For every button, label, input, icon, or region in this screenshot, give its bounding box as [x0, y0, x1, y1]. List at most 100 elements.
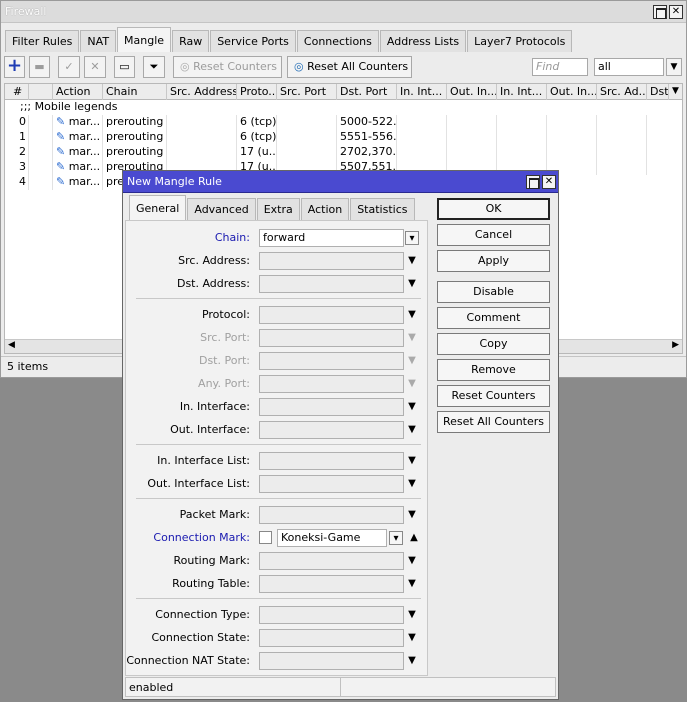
connection-mark-collapse-icon[interactable]: ▲	[407, 531, 421, 545]
close-button[interactable]	[669, 5, 683, 19]
in-interface-input[interactable]	[259, 398, 404, 416]
chain-input[interactable]: forward	[259, 229, 404, 247]
connection-mark-input[interactable]: Koneksi-Game	[277, 529, 387, 547]
connection-mark-negate-checkbox[interactable]	[259, 531, 272, 544]
filter-select[interactable]: all	[594, 58, 664, 76]
column-header[interactable]: Proto...	[237, 84, 277, 100]
column-header[interactable]: Out. In...	[447, 84, 497, 100]
tab-nat[interactable]: NAT	[80, 30, 117, 52]
out-interface-list-input[interactable]	[259, 475, 404, 493]
copy-button[interactable]: Copy	[437, 333, 550, 355]
disable-button[interactable]: ✕	[84, 56, 106, 78]
reset-all-counters-button[interactable]: ◎ Reset All Counters	[287, 56, 412, 78]
column-header[interactable]: #	[5, 84, 29, 100]
separator	[136, 444, 421, 445]
routing-table-input[interactable]	[259, 575, 404, 593]
tab-raw[interactable]: Raw	[172, 30, 210, 52]
dst-address-dropdown-icon[interactable]: ▼	[405, 277, 419, 291]
maximize-button[interactable]	[653, 5, 667, 19]
dialog-close-button[interactable]	[542, 175, 556, 189]
tab-connections[interactable]: Connections	[296, 30, 379, 52]
comment-button[interactable]: ▭	[114, 56, 135, 78]
add-button[interactable]: +	[4, 56, 25, 78]
disable-button[interactable]: Disable	[437, 281, 550, 303]
dialog-maximize-button[interactable]	[526, 175, 540, 189]
connection-mark-dropdown-icon[interactable]: ▾	[389, 531, 403, 545]
column-header[interactable]: Src. Port	[277, 84, 337, 100]
in-interface-list-dropdown-icon[interactable]: ▼	[405, 454, 419, 468]
column-header[interactable]: Src. Ad...	[597, 84, 647, 100]
routing-mark-dropdown-icon[interactable]: ▼	[405, 554, 419, 568]
in-interface-list-input[interactable]	[259, 452, 404, 470]
table-row[interactable]: 1 ✎ mar... prerouting 6 (tcp) 5551-556..…	[5, 130, 682, 145]
firewall-titlebar[interactable]: Firewall	[1, 1, 686, 23]
remove-button[interactable]: Remove	[437, 359, 550, 381]
any-port-input[interactable]	[259, 375, 404, 393]
reset-counters-button[interactable]: Reset Counters	[437, 385, 550, 407]
connection-state-dropdown-icon[interactable]: ▼	[405, 631, 419, 645]
dst-address-input[interactable]	[259, 275, 404, 293]
column-header[interactable]: In. Int...	[397, 84, 447, 100]
dialog-titlebar[interactable]: New Mangle Rule	[123, 171, 558, 193]
ok-button[interactable]: OK	[437, 198, 550, 220]
column-header[interactable]: Src. Address	[167, 84, 237, 100]
enable-button[interactable]: ✓	[58, 56, 80, 78]
any-port-dropdown-icon[interactable]: ▼	[405, 377, 419, 391]
column-header[interactable]: Chain	[103, 84, 167, 100]
src-port-input[interactable]	[259, 329, 404, 347]
connection-type-dropdown-icon[interactable]: ▼	[405, 608, 419, 622]
routing-table-dropdown-icon[interactable]: ▼	[405, 577, 419, 591]
table-row[interactable]: 2 ✎ mar... prerouting 17 (u... 2702,370.…	[5, 145, 682, 160]
scroll-right-icon[interactable]: ▶	[672, 340, 679, 350]
tab-action[interactable]: Action	[300, 198, 350, 220]
column-header[interactable]	[29, 84, 53, 100]
tab-address-lists[interactable]: Address Lists	[379, 30, 467, 52]
dst-port-dropdown-icon[interactable]: ▼	[405, 354, 419, 368]
filter-button[interactable]: ⏷	[143, 56, 165, 78]
scroll-left-icon[interactable]: ◀	[8, 340, 15, 350]
comment-button[interactable]: Comment	[437, 307, 550, 329]
protocol-input[interactable]	[259, 306, 404, 324]
out-interface-list-dropdown-icon[interactable]: ▼	[405, 477, 419, 491]
tab-general[interactable]: General	[129, 195, 187, 220]
reset-counters-button[interactable]: ◎ Reset Counters	[173, 56, 282, 78]
packet-mark-input[interactable]	[259, 506, 404, 524]
column-header[interactable]: Out. In...	[547, 84, 597, 100]
tab-service-ports[interactable]: Service Ports	[210, 30, 296, 52]
connection-nat-state-input[interactable]	[259, 652, 404, 670]
tab-statistics[interactable]: Statistics	[350, 198, 415, 220]
connection-state-input[interactable]	[259, 629, 404, 647]
filter-dropdown-button[interactable]: ▼	[666, 58, 682, 76]
dst-port-input[interactable]	[259, 352, 404, 370]
tab-mangle[interactable]: Mangle	[117, 27, 172, 52]
src-address-input[interactable]	[259, 252, 404, 270]
connection-nat-state-dropdown-icon[interactable]: ▼	[405, 654, 419, 668]
column-header[interactable]: Dst	[647, 84, 669, 100]
find-input[interactable]: Find	[532, 58, 588, 76]
tab-layer7-protocols[interactable]: Layer7 Protocols	[467, 30, 573, 52]
column-header[interactable]: Action	[53, 84, 103, 100]
column-header[interactable]: Dst. Port	[337, 84, 397, 100]
out-interface-dropdown-icon[interactable]: ▼	[405, 423, 419, 437]
tab-filter-rules[interactable]: Filter Rules	[5, 30, 80, 52]
reset-all-counters-button[interactable]: Reset All Counters	[437, 411, 550, 433]
remove-button[interactable]: ▬	[29, 56, 50, 78]
table-row[interactable]: 0 ✎ mar... prerouting 6 (tcp) 5000-522..…	[5, 115, 682, 130]
in-interface-dropdown-icon[interactable]: ▼	[405, 400, 419, 414]
routing-mark-input[interactable]	[259, 552, 404, 570]
apply-button[interactable]: Apply	[437, 250, 550, 272]
tab-extra[interactable]: Extra	[256, 198, 300, 220]
chain-dropdown-icon[interactable]: ▾	[405, 231, 419, 245]
src-address-dropdown-icon[interactable]: ▼	[405, 254, 419, 268]
connection-type-input[interactable]	[259, 606, 404, 624]
src-port-dropdown-icon[interactable]: ▼	[405, 331, 419, 345]
comment-row[interactable]: ;;; Mobile legends	[5, 100, 682, 115]
out-interface-input[interactable]	[259, 421, 404, 439]
packet-mark-dropdown-icon[interactable]: ▼	[405, 508, 419, 522]
cancel-button[interactable]: Cancel	[437, 224, 550, 246]
column-header[interactable]: In. Int...	[497, 84, 547, 100]
protocol-dropdown-icon[interactable]: ▼	[405, 308, 419, 322]
tab-advanced[interactable]: Advanced	[187, 198, 256, 220]
minus-icon: ▬	[34, 60, 45, 73]
columns-menu-button[interactable]: ▼	[669, 84, 682, 100]
